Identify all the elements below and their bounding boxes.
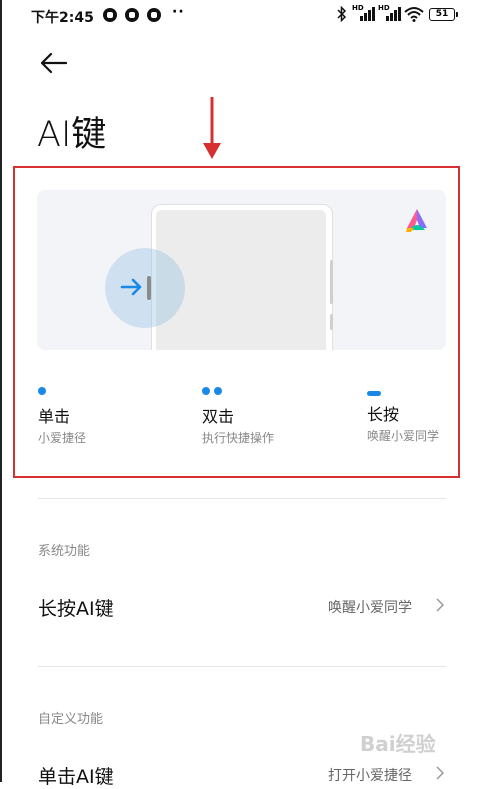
battery-icon: 51 xyxy=(429,8,458,21)
divider xyxy=(38,666,446,667)
row-value: 唤醒小爱同学 xyxy=(328,600,412,616)
press-indicator xyxy=(105,248,185,328)
phone-side-button xyxy=(330,314,333,330)
row-label: 长按AI键 xyxy=(38,598,114,620)
back-arrow-icon[interactable] xyxy=(38,48,70,78)
settings-row-long-press[interactable]: 长按AI键 唤醒小爱同学 xyxy=(0,580,480,630)
notification-icon xyxy=(147,8,161,22)
xiaoai-logo-icon xyxy=(406,209,427,232)
action-title-double: 双击 xyxy=(202,407,235,426)
wifi-icon xyxy=(404,7,424,22)
dot xyxy=(214,387,222,395)
watermark: Bai经验 xyxy=(360,732,436,756)
divider xyxy=(38,498,446,499)
phone-side-button xyxy=(330,260,333,304)
row-label: 单击AI键 xyxy=(38,766,114,788)
row-value: 打开小爱捷径 xyxy=(328,768,412,784)
annotation-arrow-icon xyxy=(203,97,221,159)
dot xyxy=(202,387,210,395)
action-title-long: 长按 xyxy=(367,405,400,424)
chevron-right-icon xyxy=(436,598,445,612)
action-subtitle-single: 小爱捷径 xyxy=(38,431,87,445)
status-bar: 下午2:45 ·· HD HD 51 xyxy=(0,0,480,30)
ai-key-button xyxy=(147,276,151,300)
dash xyxy=(367,391,381,396)
signal-icon: HD xyxy=(378,4,402,22)
status-time: 下午2:45 xyxy=(31,10,94,26)
ai-key-illustration xyxy=(37,190,446,350)
action-subtitle-double: 执行快捷操作 xyxy=(202,431,275,445)
section-label-custom: 自定义功能 xyxy=(38,712,104,727)
long-press-indicator xyxy=(367,381,381,400)
notification-icon xyxy=(125,8,139,22)
dot xyxy=(38,387,46,395)
action-title-single: 单击 xyxy=(38,407,71,426)
action-subtitle-long: 唤醒小爱同学 xyxy=(367,429,440,443)
chevron-right-icon xyxy=(436,766,445,780)
more-notifications-icon: ·· xyxy=(172,4,185,20)
single-tap-indicator xyxy=(38,380,50,399)
page-title: AI键 xyxy=(37,115,107,155)
screen-edge xyxy=(0,0,2,782)
double-tap-indicator xyxy=(202,380,226,399)
section-label-system: 系统功能 xyxy=(38,544,91,559)
arrow-right-icon xyxy=(120,278,142,296)
notification-icon xyxy=(103,8,117,22)
signal-icon: HD xyxy=(352,4,376,22)
bluetooth-icon xyxy=(337,6,347,22)
